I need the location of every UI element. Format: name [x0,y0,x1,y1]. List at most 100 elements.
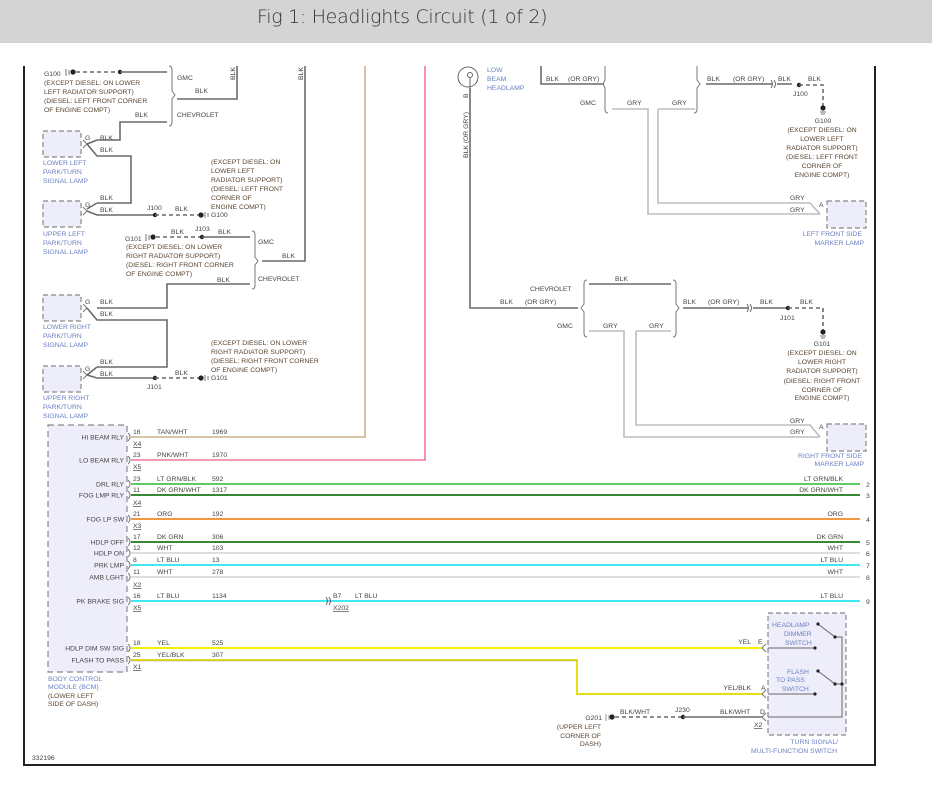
wire-label: BLK [100,371,113,378]
bcm-circuit-label: FOG LMP RLY [79,493,125,500]
wire-color-label: DK GRN [157,534,184,541]
wire-label: GRY [790,418,805,425]
switch-label: SWITCH [785,640,812,647]
page-reference-number: 5 [866,540,870,547]
option-bracket [168,65,176,127]
lamp-label: MARKER LAMP [815,240,865,247]
location-note: (DIESEL: RIGHT FRONT [784,378,861,385]
wire-label: GRY [649,323,664,330]
location-note: (DIESEL: LEFT FRONT [786,154,858,161]
wire-label: BLK [760,299,773,306]
wire-label: GRY [672,100,687,107]
wire-label: BLK [778,76,791,83]
switch-label: TO PASS [776,677,805,684]
page-reference-number: 6 [866,551,870,558]
ground-g201 [605,714,615,721]
circuit-number: 278 [212,569,224,576]
lamp-label: SIGNAL LAMP [43,249,89,256]
right-front-side-marker-lamp [826,423,867,452]
bcm-circuit-label: LO BEAM RLY [79,458,124,465]
wire-blk [97,283,250,309]
bcm-pin-connector [127,537,131,547]
wire-label: BLK [217,277,230,284]
bcm-circuit-label: AMB LGHT [89,575,124,582]
wire-label: BLK [800,299,813,306]
wire-end-label: WHT [828,569,843,576]
ground-g100-top [65,69,76,76]
ground-g100-mid [198,212,209,218]
option-bracket [602,66,609,114]
location-note: CORNER OF [211,195,252,202]
page-reference-number: 3 [866,493,870,500]
circuit-number: 192 [212,511,224,518]
option-gmc: GMC [258,239,274,246]
bcm-pin-connector [127,560,131,570]
wire-gry [612,108,820,215]
bcm-pin-connector [127,643,131,653]
wire-label: BLK [135,112,148,119]
switch-label: SWITCH [782,686,809,693]
location-note: OF ENGINE COMPT) [211,367,277,374]
wire-label: BLK [500,299,513,306]
connector-label: X5 [133,605,142,612]
pin-label: A [819,202,824,209]
bcm-pin-number: 11 [133,569,140,576]
wire-color-label: TAN/WHT [157,429,187,436]
bcm-pin-connector [127,455,131,465]
ground-label: G201 [585,715,602,722]
circuit-number: 1317 [212,487,227,494]
wire-blk-or-gry [469,88,578,309]
lamp-label: LOWER RIGHT [43,324,91,331]
bcm-pin-connector [127,490,131,500]
wire-color-label: DK GRN/WHT [157,487,201,494]
bcm-circuit-label: PRK LMP [94,563,124,570]
location-note: ENGINE COMPT) [795,395,850,402]
wire-color-label: WHT [157,569,172,576]
wire-color-label: LT GRN/BLK [157,476,196,483]
page-reference-number: 9 [866,599,870,606]
location-note: (LOWER LEFT [48,693,94,700]
connector-label: X3 [133,523,142,530]
option-bracket [672,279,680,338]
circuit-number: 592 [212,476,224,483]
wire-yel-blk [131,659,762,695]
pin-label: G [85,135,90,142]
location-note: (DIESEL: LEFT FRONT CORNER [44,98,147,105]
bcm-circuit-label: PK BRAKE SIG [76,599,124,606]
connector-label: X4 [133,441,142,448]
bcm-pin-connector [127,514,131,524]
circuit-number: 1969 [212,429,227,436]
wire-label: LT BLU [355,593,378,600]
ground-g101-right [820,329,826,339]
location-note: LOWER LEFT [211,168,254,175]
bcm-pin-number: 18 [133,640,141,647]
wire-label: YEL [738,639,751,646]
ground-label: G100 [815,118,832,125]
wire-label: BLK (OR GRY) [463,112,470,158]
pin-label: G [85,366,90,373]
location-note: CORNER OF [802,163,843,170]
wire-color-label: LT BLU [157,557,180,564]
wire-end-label: ORG [828,511,843,518]
wire-label: BLK [175,206,188,213]
wiring-diagram: G100 (EXCEPT DIESEL: ON LOWER LEFT RADIA… [23,65,876,766]
location-note: (EXCEPT DIESEL: ON [787,350,856,357]
lamp-label: SIGNAL LAMP [43,342,89,349]
location-note: (EXCEPT DIESEL: ON [787,127,856,134]
wire-blk [86,366,155,379]
junction-label: J230 [675,707,690,714]
page-reference-number: 8 [866,575,870,582]
lower-right-park-turn-lamp [42,294,82,322]
wire-label: BLK [100,299,113,306]
bcm-circuit-label: FLASH TO PASS [71,658,124,665]
wire-label: BLK [808,76,821,83]
location-note: OF ENGINE COMPT) [44,107,110,114]
location-note: OF ENGINE COMPT) [126,271,192,278]
lamp-label: SIGNAL LAMP [43,178,89,185]
option-gmc: GMC [177,75,193,82]
wire-label: GRY [790,429,805,436]
ground-label: G101 [211,375,228,382]
ground-g101-mid [145,234,156,241]
lamp-label: SIGNAL LAMP [43,413,89,420]
circuit-number: 1134 [212,593,227,600]
